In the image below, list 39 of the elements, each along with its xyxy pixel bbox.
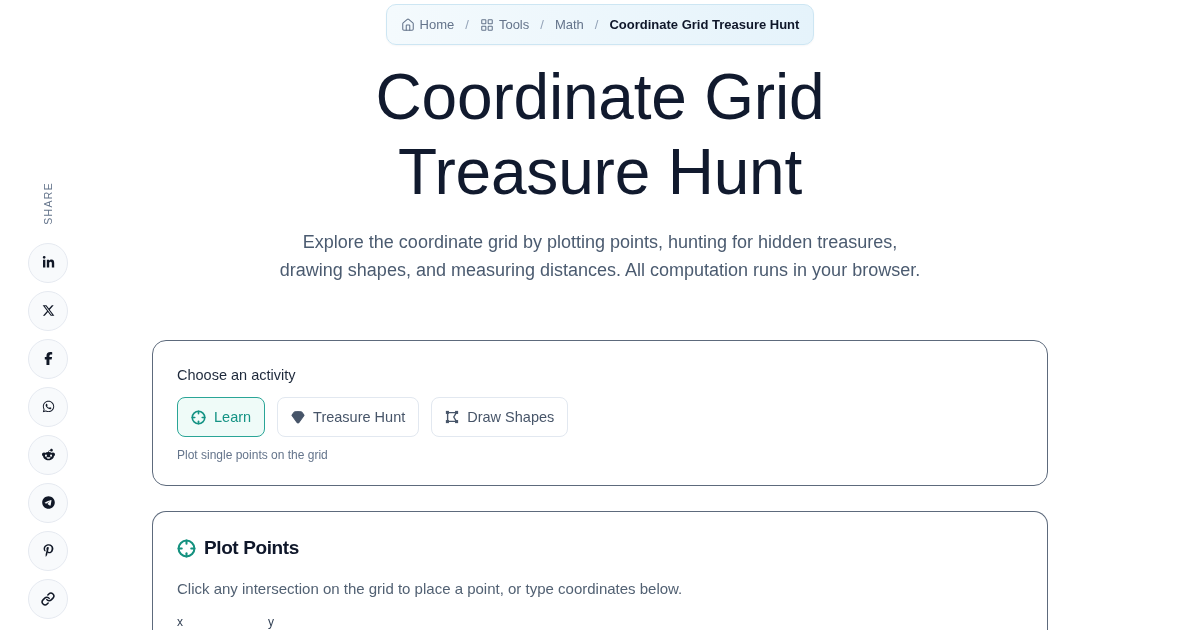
share-button[interactable] bbox=[28, 242, 68, 283]
crosshair-icon bbox=[177, 538, 196, 558]
breadcrumb-separator: / bbox=[540, 17, 544, 32]
x-logo-icon bbox=[41, 304, 55, 318]
telegram-icon bbox=[41, 496, 55, 510]
share-button[interactable] bbox=[28, 290, 68, 331]
page-subtitle: Explore the coordinate grid by plotting points, hunting for hidden treasures, drawing shapes, and measuring distances. All computation runs in your browser. bbox=[278, 231, 922, 282]
reddit-icon bbox=[41, 448, 55, 462]
activity-hint: Plot single points on the grid bbox=[177, 447, 329, 463]
page-title: Coordinate Grid Treasure Hunt bbox=[374, 60, 826, 210]
breadcrumb-separator: / bbox=[594, 17, 599, 32]
breadcrumb-link[interactable]: Math bbox=[554, 17, 584, 32]
activity-button[interactable]: Draw Shapes bbox=[431, 397, 569, 437]
activity-button[interactable]: Treasure Hunt bbox=[277, 397, 420, 437]
activity-button[interactable]: Learn bbox=[177, 397, 266, 437]
share-button[interactable] bbox=[28, 530, 68, 571]
field-label: x bbox=[177, 616, 184, 628]
breadcrumb-link[interactable]: Tools bbox=[479, 17, 530, 32]
share-button[interactable] bbox=[28, 386, 68, 427]
share-button[interactable] bbox=[28, 578, 68, 619]
breadcrumb-link[interactable]: Home bbox=[400, 17, 455, 32]
share-button[interactable] bbox=[28, 434, 68, 475]
whatsapp-icon bbox=[41, 400, 55, 414]
share-button[interactable] bbox=[28, 338, 68, 379]
gem-icon bbox=[291, 410, 306, 424]
linkedin-icon bbox=[41, 256, 55, 270]
share-label: SHARE bbox=[42, 182, 54, 225]
link-icon bbox=[41, 591, 55, 606]
grid-icon bbox=[479, 17, 494, 32]
section-heading: Plot Points bbox=[204, 538, 299, 558]
breadcrumb-separator: / bbox=[465, 17, 469, 32]
share-button[interactable] bbox=[28, 482, 68, 523]
section-description: Click any intersection on the grid to place a point, or type coordinates below. bbox=[177, 579, 684, 599]
crosshair-icon bbox=[191, 409, 206, 425]
pinterest-icon bbox=[41, 544, 55, 558]
field-label: y bbox=[268, 616, 275, 628]
activity-label: Choose an activity bbox=[177, 366, 297, 385]
polygon-icon bbox=[445, 410, 460, 424]
home-icon bbox=[400, 17, 415, 32]
